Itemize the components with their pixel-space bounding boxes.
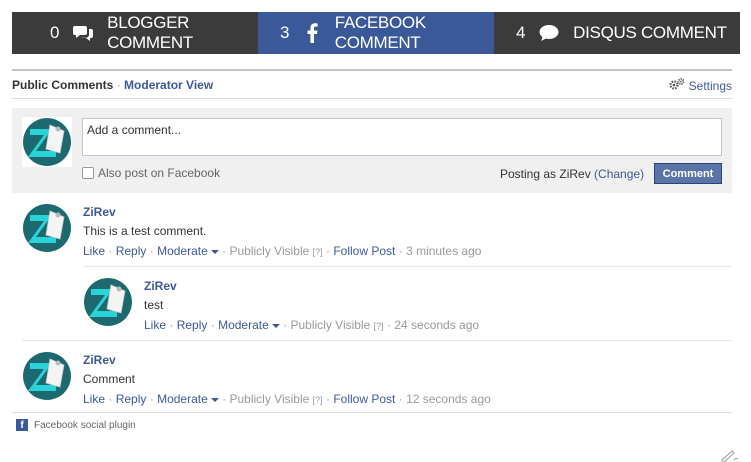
chevron-down-icon — [210, 397, 219, 402]
separator: · — [149, 392, 154, 406]
separator: · — [222, 392, 227, 406]
separator: · — [326, 392, 330, 406]
separator: · — [387, 318, 391, 332]
plugin-label: Facebook social plugin — [34, 419, 136, 431]
tab-count: 3 — [280, 23, 290, 42]
separator: · — [398, 244, 403, 258]
separator: · — [116, 78, 121, 92]
separator: · — [169, 318, 174, 332]
avatar — [83, 277, 133, 327]
tab-disqus-comment[interactable]: 4 DISQUS COMMENT — [494, 12, 740, 54]
moderate-dropdown[interactable]: Moderate — [157, 392, 219, 406]
divider — [22, 340, 732, 341]
comment-text: Comment — [83, 372, 136, 386]
also-post-label: Also post on Facebook — [98, 166, 221, 180]
comment-actions: Like · Reply · Moderate · Publicly Visib… — [83, 392, 491, 406]
reply-comment: ZiRev test Like · Reply · Moderate · Pub… — [83, 277, 732, 337]
facebook-social-plugin-link[interactable]: f Facebook social plugin — [16, 419, 136, 431]
tab-facebook-comment[interactable]: 3 FACEBOOK COMMENT — [258, 12, 494, 54]
comment-author[interactable]: ZiRev — [144, 279, 177, 293]
avatar — [22, 117, 72, 167]
moderate-label: Moderate — [157, 392, 208, 406]
avatar — [22, 203, 72, 253]
reply-link[interactable]: Reply — [177, 318, 208, 332]
comment-timestamp[interactable]: 12 seconds ago — [406, 392, 491, 406]
facebook-icon — [303, 23, 321, 43]
also-post-checkbox[interactable] — [82, 167, 94, 179]
separator: · — [108, 244, 113, 258]
like-link[interactable]: Like — [83, 392, 105, 406]
settings-label: Settings — [688, 78, 732, 93]
comment-button[interactable]: Comment — [654, 163, 722, 184]
chat-bubbles-icon — [73, 23, 94, 43]
separator: · — [222, 244, 227, 258]
moderate-label: Moderate — [218, 318, 269, 332]
divider — [83, 266, 732, 267]
follow-post-link[interactable]: Follow Post — [333, 392, 395, 406]
visibility-label: Publicly Visible — [229, 392, 310, 406]
add-comment-input[interactable] — [82, 118, 722, 156]
moderate-dropdown[interactable]: Moderate — [218, 318, 280, 332]
edit-pencil-icon[interactable] — [720, 448, 740, 462]
comment-timestamp[interactable]: 3 minutes ago — [406, 244, 481, 258]
facebook-icon: f — [16, 419, 28, 431]
reply-link[interactable]: Reply — [116, 244, 147, 258]
change-account-link[interactable]: (Change) — [594, 167, 644, 181]
moderate-dropdown[interactable]: Moderate — [157, 244, 219, 258]
chevron-down-icon — [210, 249, 219, 254]
separator: · — [326, 244, 330, 258]
comment-actions: Like · Reply · Moderate · Publicly Visib… — [83, 244, 481, 258]
like-link[interactable]: Like — [83, 244, 105, 258]
separator: · — [283, 318, 288, 332]
comment-timestamp[interactable]: 24 seconds ago — [394, 318, 479, 332]
follow-post-link[interactable]: Follow Post — [333, 244, 395, 258]
moderate-label: Moderate — [157, 244, 208, 258]
visibility-label: Publicly Visible — [229, 244, 310, 258]
visibility-label: Publicly Visible — [290, 318, 371, 332]
separator: · — [149, 244, 154, 258]
also-post-facebook-option[interactable]: Also post on Facebook — [82, 166, 220, 180]
posting-as: Posting as ZiRev (Change) — [500, 167, 644, 181]
comment-text: test — [144, 298, 164, 312]
public-comments-tab[interactable]: Public Comments — [12, 78, 113, 92]
view-switcher: Public Comments · Moderator View — [12, 78, 213, 92]
tab-count: 4 — [516, 23, 526, 42]
help-link[interactable]: [?] — [313, 395, 323, 405]
reply-link[interactable]: Reply — [116, 392, 147, 406]
avatar — [22, 351, 72, 401]
separator: · — [108, 392, 113, 406]
chat-bubble-icon — [539, 23, 559, 43]
comment-author[interactable]: ZiRev — [83, 205, 116, 219]
comment-actions: Like · Reply · Moderate · Publicly Visib… — [144, 318, 479, 332]
separator: · — [210, 318, 215, 332]
divider — [12, 98, 732, 99]
gear-icon — [669, 78, 685, 93]
tab-label: BLOGGER COMMENT — [107, 13, 193, 52]
tab-blogger-comment[interactable]: 0 BLOGGER COMMENT — [12, 12, 258, 54]
divider — [12, 412, 732, 413]
help-link[interactable]: [?] — [374, 321, 384, 331]
comment-author[interactable]: ZiRev — [83, 353, 116, 367]
comments-header: Public Comments · Moderator View Setting… — [12, 76, 732, 98]
comment: ZiRev This is a test comment. Like · Rep… — [22, 203, 732, 263]
compose-box: Also post on Facebook Posting as ZiRev (… — [12, 108, 732, 193]
like-link[interactable]: Like — [144, 318, 166, 332]
chevron-down-icon — [271, 323, 280, 328]
help-link[interactable]: [?] — [313, 247, 323, 257]
divider — [12, 69, 732, 71]
moderator-view-link[interactable]: Moderator View — [124, 78, 213, 92]
posting-as-label: Posting as ZiRev — [500, 167, 591, 181]
comment-system-tabs: 0 BLOGGER COMMENT 3 FACEBOOK COMMENT 4 D… — [12, 12, 740, 54]
comment-text: This is a test comment. — [83, 224, 207, 238]
settings-link[interactable]: Settings — [669, 78, 732, 93]
comment: ZiRev Comment Like · Reply · Moderate · … — [22, 351, 732, 411]
tab-label: FACEBOOK COMMENT — [334, 13, 426, 52]
tab-label: DISQUS COMMENT — [573, 23, 727, 42]
tab-count: 0 — [50, 23, 60, 42]
separator: · — [398, 392, 403, 406]
